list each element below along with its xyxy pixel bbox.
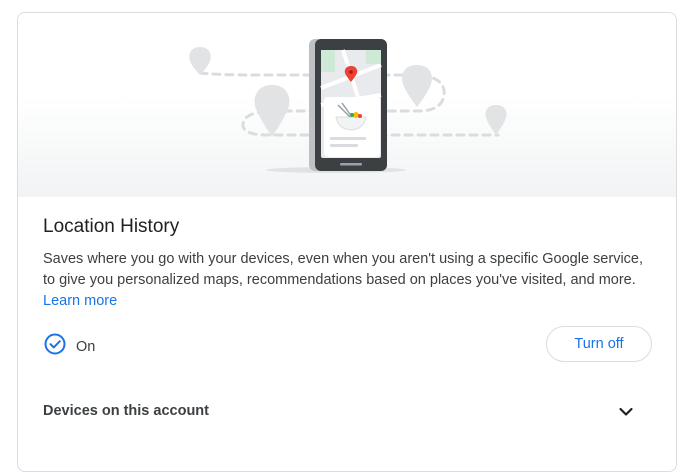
divider [43,380,653,381]
status-indicator: On [44,333,95,360]
description: Saves where you go with your devices, ev… [43,249,653,312]
turn-off-button[interactable]: Turn off [546,326,652,362]
map-pin-icon [254,85,290,137]
location-history-card: Location History Saves where you go with… [17,12,677,472]
phone-map-illustration [189,39,507,173]
status-label: On [76,338,96,355]
description-text: Saves where you go with your devices, ev… [43,251,644,288]
devices-expander[interactable]: Devices on this account [18,391,676,433]
learn-more-link[interactable]: Learn more [43,293,117,309]
hero-illustration [18,13,676,197]
chevron-down-icon[interactable] [617,403,635,426]
map-pin-icon [189,47,211,75]
map-pin-icon [485,105,507,135]
map-pin-icon [402,65,432,107]
devices-label: Devices on this account [43,403,209,419]
check-circle-icon [44,333,66,360]
page-title: Location History [43,216,180,237]
